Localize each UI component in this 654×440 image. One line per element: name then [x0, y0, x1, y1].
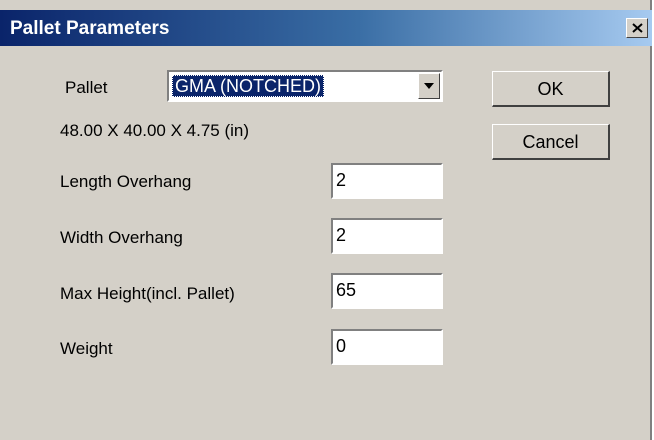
length-overhang-input[interactable]: 2	[331, 163, 443, 199]
pallet-selected-value: GMA (NOTCHED)	[172, 75, 324, 97]
weight-label: Weight	[60, 339, 113, 358]
close-button[interactable]	[626, 18, 648, 38]
pallet-label: Pallet	[65, 78, 108, 97]
pallet-dimensions: 48.00 X 40.00 X 4.75 (in)	[60, 121, 250, 140]
pallet-dropdown-button[interactable]	[418, 73, 440, 99]
max-height-input[interactable]: 65	[331, 273, 443, 309]
width-overhang-label: Width Overhang	[60, 228, 183, 247]
weight-input[interactable]: 0	[331, 329, 443, 365]
chevron-down-icon	[424, 83, 434, 89]
ok-button[interactable]: OK	[492, 71, 610, 107]
length-overhang-label: Length Overhang	[60, 172, 192, 191]
title-bar[interactable]: Pallet Parameters	[0, 10, 652, 46]
max-height-label: Max Height(incl. Pallet)	[60, 284, 235, 303]
pallet-select[interactable]: GMA (NOTCHED)	[167, 70, 443, 102]
pallet-parameters-dialog: Pallet Parameters Pallet GMA (NOTCHED) 4…	[0, 0, 652, 440]
window-title: Pallet Parameters	[10, 18, 170, 39]
close-icon	[632, 23, 643, 33]
cancel-button[interactable]: Cancel	[492, 124, 610, 160]
width-overhang-input[interactable]: 2	[331, 218, 443, 254]
